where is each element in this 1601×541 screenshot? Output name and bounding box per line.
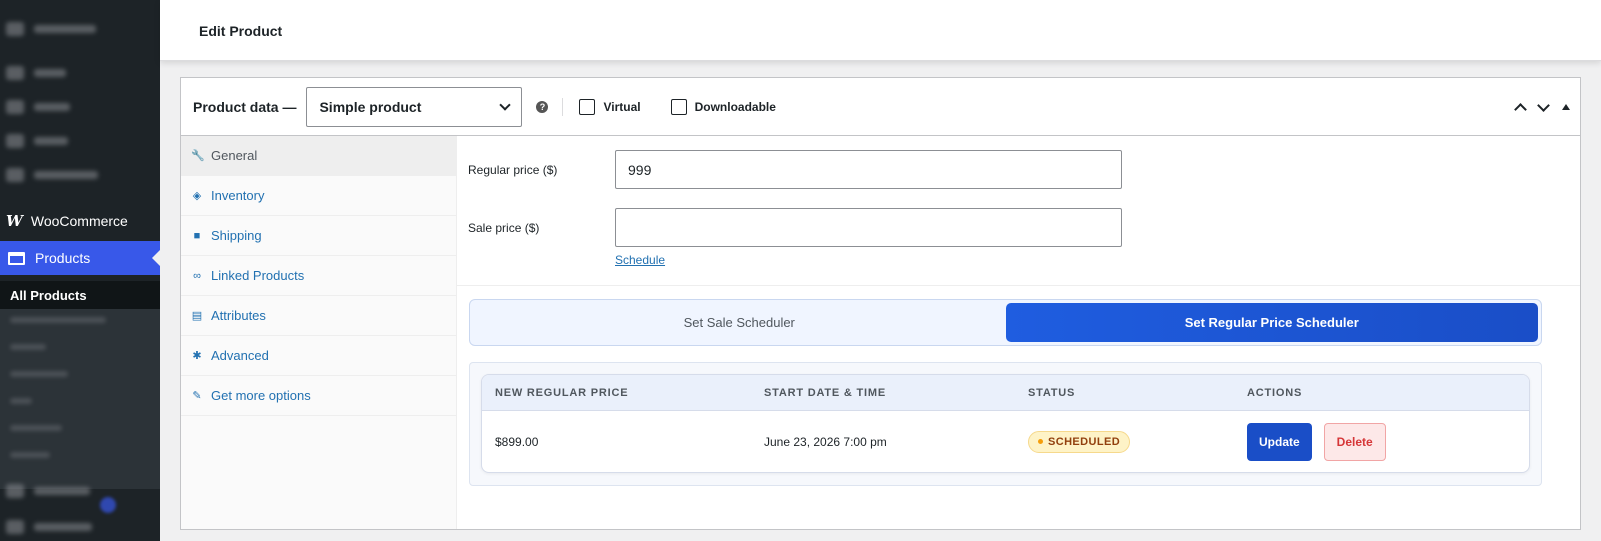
schedule-link[interactable]: Schedule: [615, 253, 665, 267]
submenu-item[interactable]: [10, 371, 68, 377]
tag-icon: ◈: [192, 190, 202, 202]
chevron-down-icon: [499, 98, 512, 111]
tab-label: Attributes: [211, 308, 266, 323]
product-data-box: Product data — Simple product ? Virtual …: [180, 77, 1581, 530]
tab-label: Advanced: [211, 348, 269, 363]
actions-cell: Update Delete: [1247, 411, 1386, 472]
move-down-icon[interactable]: [1537, 98, 1550, 112]
regular-price-input[interactable]: 999: [615, 150, 1122, 189]
sidebar-item-products[interactable]: Products: [0, 241, 160, 275]
archive-icon: [8, 251, 25, 265]
submenu-item-all-products[interactable]: All Products: [0, 281, 160, 309]
general-panel: Regular price ($) 999 Sale price ($) Sch…: [457, 136, 1580, 529]
sidebar-item-payments[interactable]: [6, 484, 90, 498]
sidebar-item-pages[interactable]: [6, 134, 68, 148]
sale-price-label: Sale price ($): [468, 220, 540, 235]
tab-label: Get more options: [211, 388, 311, 403]
divider: [457, 285, 1580, 286]
delete-button[interactable]: Delete: [1323, 422, 1386, 461]
woocommerce-icon: W: [6, 212, 23, 230]
tab-label: Inventory: [211, 188, 265, 203]
product-data-tabs: 🔧 General ◈ Inventory ■ Shipping ∞ Linke…: [181, 136, 457, 529]
product-data-header: Product data — Simple product ? Virtual …: [181, 78, 1580, 136]
tab-attributes[interactable]: ▤ Attributes: [181, 296, 456, 336]
submenu-item[interactable]: [10, 317, 106, 323]
schedule-container: NEW REGULAR PRICE START DATE & TIME STAT…: [469, 362, 1542, 486]
sidebar-item-label: WooCommerce: [30, 213, 128, 229]
sale-price-field: Sale price ($): [468, 208, 1122, 247]
downloadable-checkbox[interactable]: Downloadable: [670, 98, 776, 115]
sidebar-item-comments[interactable]: [6, 168, 98, 182]
submenu-item[interactable]: [10, 452, 50, 458]
postbox-controls: [1514, 98, 1570, 116]
product-type-value: Simple product: [319, 98, 422, 115]
list-icon: ▤: [191, 310, 203, 322]
product-data-title: Product data —: [193, 98, 297, 115]
tab-linked-products[interactable]: ∞ Linked Products: [181, 256, 456, 296]
sidebar-item-media[interactable]: [6, 100, 70, 114]
column-header: START DATE & TIME: [764, 386, 886, 399]
regular-price-label: Regular price ($): [468, 162, 558, 177]
collapse-toggle-icon[interactable]: [1562, 104, 1570, 110]
submenu-item[interactable]: [10, 425, 62, 431]
checkbox-box[interactable]: [670, 98, 687, 115]
tab-shipping[interactable]: ■ Shipping: [181, 216, 456, 256]
regular-price-field: Regular price ($) 999: [468, 150, 1122, 189]
notification-badge: [100, 497, 116, 513]
virtual-checkbox[interactable]: Virtual: [579, 98, 641, 115]
regular-price-scheduler-tab[interactable]: Set Regular Price Scheduler: [1005, 303, 1538, 342]
status-dot-icon: [1038, 439, 1043, 444]
table-header: NEW REGULAR PRICE START DATE & TIME STAT…: [482, 375, 1529, 411]
sidebar-item-analytics[interactable]: [6, 520, 92, 534]
plugin-icon: ✎: [192, 390, 202, 402]
tab-label: General: [211, 148, 258, 163]
start-date-cell: June 23, 2026 7:00 pm: [764, 434, 887, 449]
products-submenu: [0, 309, 160, 489]
admin-sidebar: W WooCommerce Products All Products: [0, 0, 160, 541]
product-type-select[interactable]: Simple product: [306, 86, 523, 127]
wrench-icon: 🔧: [191, 150, 205, 162]
tab-inventory[interactable]: ◈ Inventory: [181, 176, 456, 216]
virtual-label: Virtual: [603, 99, 641, 114]
help-icon[interactable]: ?: [536, 100, 549, 113]
page-header: Edit Product: [160, 0, 1601, 61]
sidebar-item-label: Products: [35, 250, 91, 266]
downloadable-label: Downloadable: [694, 99, 776, 114]
link-icon: ∞: [193, 269, 201, 282]
submenu-item[interactable]: [10, 344, 46, 350]
truck-icon: ■: [193, 229, 201, 242]
divider: [562, 97, 564, 116]
gear-icon: ✱: [192, 350, 202, 362]
sale-price-input[interactable]: [615, 208, 1122, 247]
submenu-item[interactable]: [10, 398, 32, 404]
column-header: NEW REGULAR PRICE: [495, 386, 629, 399]
sidebar-item-dashboard[interactable]: [6, 22, 96, 36]
schedule-table: NEW REGULAR PRICE START DATE & TIME STAT…: [481, 374, 1530, 473]
sidebar-item-woocommerce[interactable]: W WooCommerce: [6, 212, 128, 230]
table-row: $899.00 June 23, 2026 7:00 pm SCHEDULED …: [482, 411, 1529, 472]
tab-general[interactable]: 🔧 General: [181, 136, 456, 176]
column-header: STATUS: [1028, 386, 1076, 399]
sidebar-item-posts[interactable]: [6, 66, 66, 80]
column-header: ACTIONS: [1247, 386, 1303, 399]
tab-advanced[interactable]: ✱ Advanced: [181, 336, 456, 376]
move-up-icon[interactable]: [1514, 103, 1527, 116]
status-badge: SCHEDULED: [1028, 430, 1131, 453]
scheduler-toggle: Set Sale Scheduler Set Regular Price Sch…: [469, 299, 1542, 346]
status-text: SCHEDULED: [1048, 435, 1121, 448]
tab-label: Linked Products: [211, 268, 305, 283]
checkbox-box[interactable]: [579, 98, 596, 115]
new-price-cell: $899.00: [495, 434, 539, 449]
tab-label: Shipping: [211, 228, 262, 243]
page-title: Edit Product: [199, 23, 283, 39]
sale-scheduler-tab[interactable]: Set Sale Scheduler: [473, 303, 1006, 342]
tab-get-more-options[interactable]: ✎ Get more options: [181, 376, 456, 416]
status-cell: SCHEDULED: [1028, 411, 1131, 472]
update-button[interactable]: Update: [1247, 422, 1312, 461]
